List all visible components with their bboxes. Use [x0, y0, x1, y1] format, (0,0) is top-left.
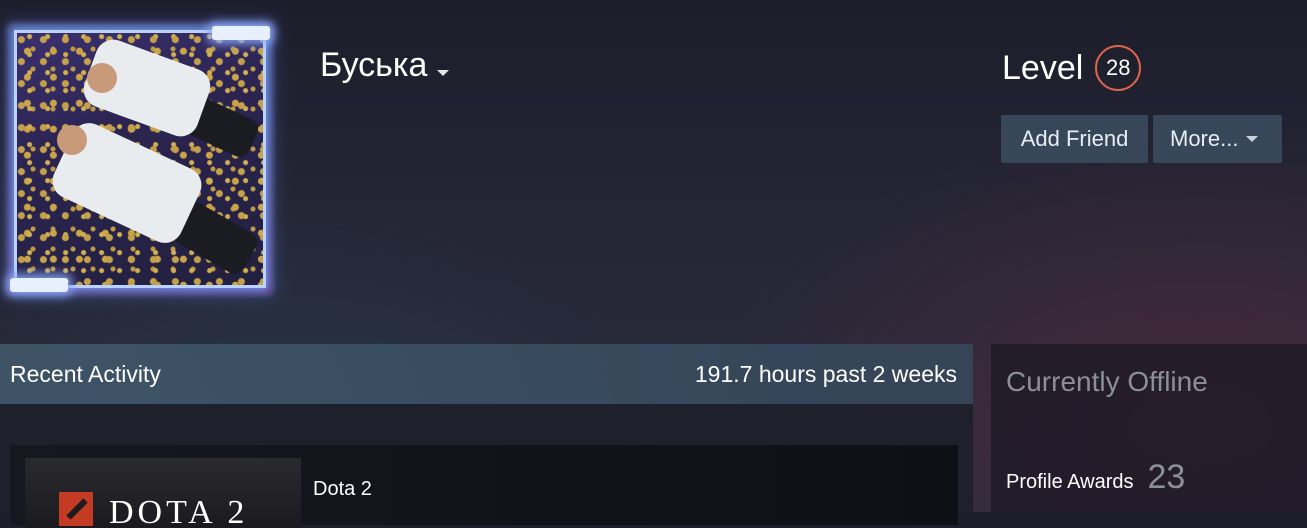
more-button[interactable]: More... [1153, 115, 1282, 163]
chevron-down-icon[interactable] [437, 69, 450, 76]
game-name[interactable]: Dota 2 [313, 478, 372, 501]
more-label: More... [1170, 126, 1239, 151]
add-friend-label: Add Friend [1020, 126, 1129, 151]
level-label: Level [1002, 48, 1084, 87]
profile-awards-label: Profile Awards [1006, 471, 1134, 493]
avatar-frame [14, 30, 266, 288]
level-row: Level 28 [1002, 45, 1142, 91]
username[interactable]: Буська [320, 46, 427, 85]
game-thumbnail-text: DOTA 2 [109, 494, 249, 528]
frame-glow-corner [10, 278, 68, 292]
frame-glow-corner [212, 26, 270, 40]
online-status: Currently Offline [1006, 366, 1208, 397]
level-badge[interactable]: 28 [1095, 45, 1142, 91]
profile-avatar[interactable] [8, 24, 272, 294]
recent-activity-header: Recent Activity 191.7 hours past 2 weeks [0, 344, 973, 404]
profile-awards-count: 23 [1147, 458, 1186, 496]
chevron-down-icon [1246, 136, 1259, 142]
profile-awards[interactable]: Profile Awards 23 [1006, 458, 1185, 497]
username-row[interactable]: Буська [320, 46, 450, 85]
game-thumbnail[interactable]: DOTA 2 [25, 458, 301, 528]
avatar-figure-part [87, 63, 117, 93]
avatar-photo [17, 33, 263, 285]
add-friend-button[interactable]: Add Friend [1001, 115, 1148, 163]
recent-activity-title[interactable]: Recent Activity [10, 361, 161, 388]
dota-logo-icon [59, 492, 93, 526]
recent-activity-hours: 191.7 hours past 2 weeks [694, 360, 957, 387]
avatar-figure-part [57, 125, 87, 155]
